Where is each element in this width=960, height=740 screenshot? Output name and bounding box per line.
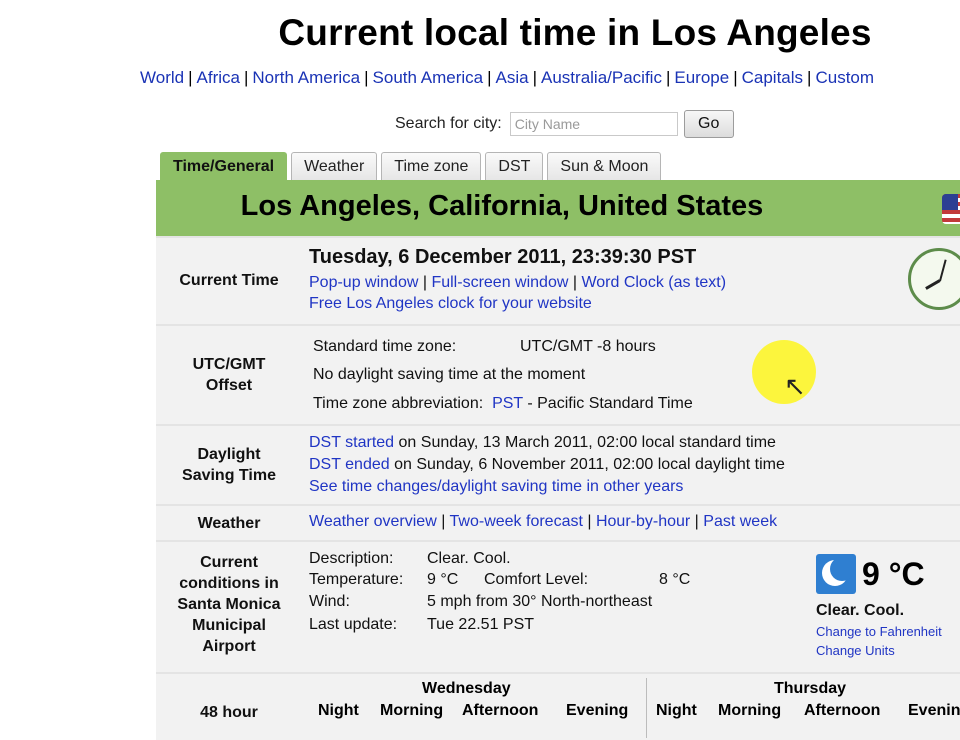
- current-time-row: Current Time Tuesday, 6 December 2011, 2…: [156, 238, 960, 324]
- forecast-col-night-2: Night: [656, 702, 697, 719]
- free-clock-link[interactable]: Free Los Angeles clock for your website: [309, 295, 592, 313]
- dst-ended-link[interactable]: DST ended: [309, 456, 390, 473]
- dst-other-years-link[interactable]: See time changes/daylight saving time in…: [309, 478, 683, 496]
- wind-value: 5 mph from 30° North-northeast: [427, 593, 653, 610]
- pst-link[interactable]: PST: [492, 395, 523, 412]
- info-panel: Los Angeles, California, United States C…: [156, 180, 960, 740]
- two-week-forecast-link[interactable]: Two-week forecast: [450, 513, 583, 530]
- comfort-value: 8 °C: [659, 571, 691, 588]
- time-window-links: Pop-up window | Full-screen window | Wor…: [309, 274, 727, 291]
- forecast-day1: Wednesday: [422, 680, 511, 697]
- current-datetime: Tuesday, 6 December 2011, 23:39:30 PST: [309, 246, 697, 268]
- big-temperature: 9 °C: [862, 556, 925, 592]
- weather-links: Weather overview | Two-week forecast | H…: [309, 513, 778, 530]
- weather-row: Weather Weather overview | Two-week fore…: [156, 506, 960, 540]
- tab-weather[interactable]: Weather: [291, 152, 378, 180]
- current-time-label: Current Time: [179, 272, 279, 289]
- conditions-label-line4: Municipal: [192, 617, 266, 634]
- abbr-rest: - Pacific Standard Time: [527, 395, 693, 412]
- utc-label-line1: UTC/GMT: [192, 356, 266, 373]
- tab-bar: Time/General Weather Time zone DST Sun &…: [160, 152, 662, 180]
- std-zone-value: UTC/GMT -8 hours: [520, 338, 656, 355]
- city-search: Search for city: City Name Go: [395, 110, 734, 138]
- popup-window-link[interactable]: Pop-up window: [309, 274, 418, 291]
- dst-label-line1: Daylight: [197, 446, 261, 463]
- tz-abbreviation: Time zone abbreviation: PST - Pacific St…: [313, 395, 693, 413]
- word-clock-link[interactable]: Word Clock (as text): [581, 274, 726, 291]
- hour-by-hour-link[interactable]: Hour-by-hour: [596, 513, 690, 530]
- conditions-label-line2: conditions in: [179, 575, 279, 592]
- region-link-capitals[interactable]: Capitals: [742, 68, 803, 87]
- temperature-label: Temperature:: [309, 571, 404, 588]
- forecast-col-night-1: Night: [318, 702, 359, 719]
- city-header: Los Angeles, California, United States: [156, 180, 960, 236]
- dst-ended-text: on Sunday, 6 November 2011, 02:00 local …: [394, 456, 785, 473]
- no-dst-text: No daylight saving time at the moment: [313, 366, 586, 383]
- dst-label-line2: Saving Time: [182, 467, 276, 484]
- weather-overview-link[interactable]: Weather overview: [309, 513, 437, 530]
- region-link-north-america[interactable]: North America: [252, 68, 360, 87]
- region-link-world[interactable]: World: [140, 68, 184, 87]
- forecast-col-afternoon-1: Afternoon: [462, 702, 539, 719]
- region-link-asia[interactable]: Asia: [496, 68, 529, 87]
- tab-time-general[interactable]: Time/General: [160, 152, 288, 180]
- dst-started: DST started on Sunday, 13 March 2011, 02…: [309, 434, 776, 452]
- city-search-input[interactable]: City Name: [509, 112, 678, 136]
- forecast-col-morning-1: Morning: [380, 702, 444, 719]
- forecast-col-evening-1: Evening: [566, 702, 629, 719]
- clear-night-moon-icon: [816, 554, 856, 594]
- clock-icon: [908, 248, 960, 310]
- tab-time-zone[interactable]: Time zone: [381, 152, 482, 180]
- last-update-label: Last update:: [309, 616, 398, 633]
- region-link-africa[interactable]: Africa: [197, 68, 240, 87]
- dst-label: Daylight Saving Time: [156, 444, 302, 486]
- tab-dst[interactable]: DST: [485, 152, 544, 180]
- comfort-label: Comfort Level:: [484, 571, 589, 588]
- utc-offset-label: UTC/GMT Offset: [156, 354, 302, 396]
- utc-label-line2: Offset: [205, 377, 253, 394]
- utc-offset-row: UTC/GMT Offset Standard time zone: UTC/G…: [156, 326, 960, 424]
- dst-started-text: on Sunday, 13 March 2011, 02:00 local st…: [398, 434, 776, 451]
- forecast-row: 48 hour Wednesday Thursday Night Morning…: [156, 674, 960, 740]
- change-units-link[interactable]: Change Units: [816, 643, 895, 658]
- big-description: Clear. Cool.: [816, 602, 905, 619]
- mouse-pointer-icon: ↖: [784, 371, 806, 401]
- region-link-australia-pacific[interactable]: Australia/Pacific: [541, 68, 662, 87]
- conditions-label-line1: Current: [200, 554, 258, 571]
- forecast-col-morning-2: Morning: [718, 702, 782, 719]
- city-name: Los Angeles, California, United States: [240, 190, 764, 222]
- past-week-link[interactable]: Past week: [703, 513, 777, 530]
- us-flag-icon: [942, 194, 960, 224]
- region-link-europe[interactable]: Europe: [674, 68, 729, 87]
- wind-label: Wind:: [309, 593, 350, 610]
- weather-label: Weather: [197, 515, 261, 532]
- abbr-label: Time zone abbreviation:: [313, 395, 484, 412]
- fullscreen-window-link[interactable]: Full-screen window: [431, 274, 568, 291]
- go-button[interactable]: Go: [683, 110, 734, 138]
- forecast-col-afternoon-2: Afternoon: [804, 702, 881, 719]
- temperature-value: 9 °C: [427, 571, 459, 588]
- forecast-day2: Thursday: [774, 680, 847, 697]
- conditions-row: Current conditions in Santa Monica Munic…: [156, 542, 960, 672]
- dst-row: Daylight Saving Time DST started on Sund…: [156, 426, 960, 504]
- region-link-custom[interactable]: Custom: [815, 68, 874, 87]
- last-update-value: Tue 22.51 PST: [427, 616, 535, 633]
- region-nav: World | Africa | North America | South America…: [140, 68, 875, 87]
- conditions-label-line5: Airport: [202, 638, 256, 655]
- description-label: Description:: [309, 550, 394, 567]
- conditions-label: Current conditions in Santa Monica Munic…: [156, 552, 302, 657]
- page-title: Current local time in Los Angeles: [278, 12, 872, 53]
- region-link-south-america[interactable]: South America: [373, 68, 484, 87]
- dst-started-link[interactable]: DST started: [309, 434, 394, 451]
- conditions-label-line3: Santa Monica: [177, 596, 281, 613]
- description-value: Clear. Cool.: [427, 550, 511, 567]
- dst-ended: DST ended on Sunday, 6 November 2011, 02…: [309, 456, 785, 474]
- search-label: Search for city:: [395, 115, 502, 132]
- change-fahrenheit-link[interactable]: Change to Fahrenheit: [816, 624, 942, 639]
- std-zone-label: Standard time zone:: [313, 338, 457, 355]
- forecast-col-evening-2: Evening: [908, 702, 960, 719]
- tab-sun-moon[interactable]: Sun & Moon: [547, 152, 662, 180]
